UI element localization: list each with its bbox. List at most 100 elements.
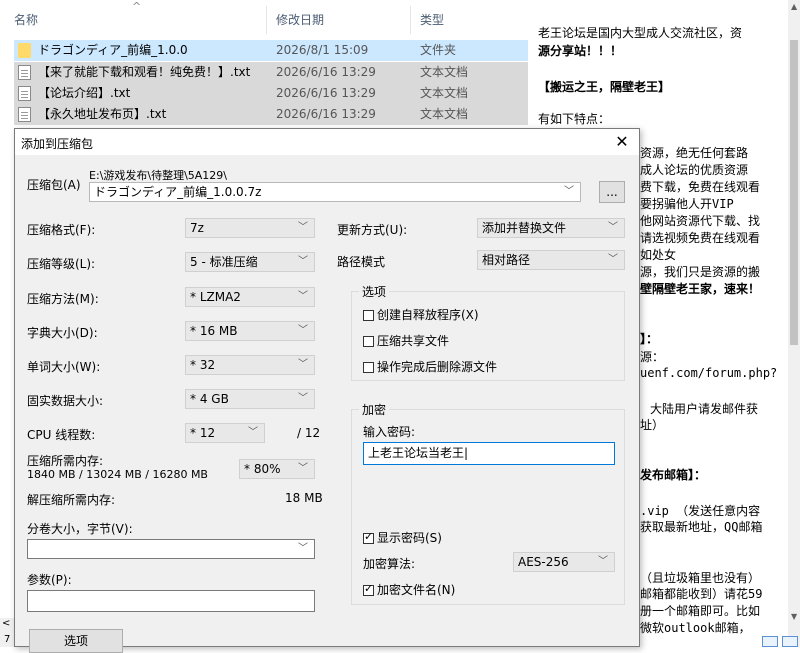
preview-line: 源： (640, 350, 665, 364)
details-view-icon[interactable] (762, 636, 778, 647)
dictionary-select[interactable]: * 16 MB ﹀ (185, 321, 315, 341)
checkbox-box[interactable] (363, 336, 374, 347)
create-sfx-label: 创建自释放程序(X) (377, 308, 479, 322)
chevron-down-icon: ﹀ (298, 359, 308, 370)
text-file-icon (18, 86, 31, 101)
dialog-titlebar[interactable]: 添加到压缩包 ✕ (15, 129, 639, 155)
text-cursor: | (464, 446, 469, 460)
checkbox-box[interactable] (363, 582, 374, 596)
scroll-down-icon[interactable]: ▼ (791, 612, 797, 621)
update-mode-select[interactable]: 添加并替换文件 ﹀ (477, 218, 625, 238)
file-row[interactable]: 【来了就能下载和观看！纯免费！】.txt 2026/6/16 13:29 文本文… (14, 62, 528, 83)
column-header-type[interactable]: 类型 (420, 0, 444, 40)
chevron-down-icon: ﹀ (598, 556, 608, 567)
browse-button[interactable]: ... (599, 181, 625, 203)
preview-line: 】： (640, 332, 659, 346)
cpu-threads-total: / 12 (297, 426, 321, 440)
compress-shared-checkbox[interactable]: 压缩共享文件 (363, 332, 449, 349)
password-label: 输入密码: (363, 425, 416, 439)
preview-line: 有如下特点： (538, 112, 611, 126)
chevron-down-icon[interactable]: ﹀ (564, 183, 574, 201)
preview-line: 册一个邮箱即可。比如 (640, 604, 761, 618)
decompress-memory-label: 解压缩所需内存: (27, 493, 116, 507)
preview-view-icon[interactable] (782, 636, 798, 647)
path-mode-select[interactable]: 相对路径 ﹀ (477, 250, 625, 270)
compress-shared-label: 压缩共享文件 (377, 334, 450, 348)
close-icon[interactable]: ✕ (607, 129, 637, 155)
text-file-icon (18, 65, 31, 80)
file-date: 2026/6/16 13:29 (276, 65, 376, 79)
file-date: 2026/8/1 15:09 (276, 43, 369, 57)
parameters-input[interactable] (27, 590, 315, 612)
chevron-down-icon: ﹀ (608, 222, 618, 233)
preview-line: 微软outlook邮箱， (640, 621, 751, 635)
split-size-label: 分卷大小，字节(V): (27, 522, 133, 536)
column-divider[interactable] (410, 6, 411, 34)
scrollbar-thumb[interactable] (790, 40, 798, 345)
chevron-down-icon: ﹀ (298, 256, 308, 267)
checkbox-box[interactable] (363, 310, 374, 321)
preview-line: 源分享站！！！ (538, 44, 623, 58)
file-type: 文本文档 (420, 107, 469, 121)
word-size-value: * 32 (190, 358, 216, 372)
file-name: 【永久地址发布页】.txt (38, 107, 167, 121)
preview-line: 发布邮箱】： (640, 468, 707, 482)
folder-icon (18, 43, 31, 58)
solid-block-select[interactable]: * 4 GB ﹀ (185, 389, 315, 409)
method-select[interactable]: * LZMA2 ﹀ (185, 287, 315, 307)
options-button[interactable]: 选项 (29, 629, 123, 653)
column-header-name[interactable]: 名称 (14, 0, 38, 40)
preview-line: uenf.com/forum.php? (640, 366, 778, 380)
file-row[interactable]: ドラゴンディア_前编_1.0.0 2026/8/1 15:09 文件夹 (14, 40, 528, 61)
preview-line: 成人论坛的优质资源 (640, 163, 749, 177)
file-date: 2026/6/16 13:29 (276, 107, 376, 121)
encrypt-filenames-label: 加密文件名(N) (377, 583, 456, 597)
file-type: 文本文档 (420, 65, 469, 79)
checkbox-box[interactable] (363, 362, 374, 373)
create-sfx-checkbox[interactable]: 创建自释放程序(X) (363, 306, 479, 323)
encryption-group-title: 加密 (359, 401, 390, 418)
file-row[interactable]: 【论坛介绍】.txt 2026/6/16 13:29 文本文档 (14, 83, 528, 104)
add-to-archive-dialog: 添加到压缩包 ✕ 压缩包(A) E:\游戏发布\待整理\5A129\ ドラゴンデ… (14, 128, 640, 653)
preview-line: 【搬运之王，隔壁老王】 (538, 80, 671, 94)
dialog-title: 添加到压缩包 (21, 137, 94, 151)
file-date: 2026/6/16 13:29 (276, 86, 376, 100)
update-mode-value: 添加并替换文件 (482, 221, 567, 235)
parameters-label: 参数(P): (27, 573, 72, 587)
checkbox-box[interactable] (363, 530, 374, 544)
column-header-modified[interactable]: 修改日期 (276, 0, 324, 40)
chevron-down-icon[interactable]: ﹀ (298, 540, 308, 558)
chevron-down-icon: ﹀ (298, 291, 308, 302)
level-select[interactable]: 5 - 标准压缩 ﹀ (185, 252, 315, 272)
cpu-threads-select[interactable]: * 12 ﹀ (185, 423, 265, 443)
preview-line: 大陆用户请发邮件获 (650, 402, 759, 416)
cpu-threads-label: CPU 线程数: (27, 428, 96, 442)
horizontal-scrollbar[interactable]: < 7 (0, 618, 14, 647)
archive-label: 压缩包(A) (27, 178, 81, 192)
encryption-method-value: AES-256 (518, 555, 569, 569)
file-row[interactable]: 【永久地址发布页】.txt 2026/6/16 13:29 文本文档 (14, 104, 528, 125)
encrypt-filenames-checkbox[interactable]: 加密文件名(N) (363, 581, 455, 598)
file-type: 文本文档 (420, 86, 469, 100)
memory-usage-select[interactable]: * 80% ﹀ (239, 459, 315, 479)
scroll-up-icon[interactable]: ▲ (791, 2, 797, 11)
file-name: 【来了就能下载和观看！纯免费！】.txt (38, 65, 251, 79)
delete-after-label: 操作完成后删除源文件 (377, 360, 498, 374)
preview-line: 源，我们只是资源的搬 (640, 265, 761, 279)
scroll-left-icon[interactable]: < (2, 618, 10, 629)
method-label: 压缩方法(M): (27, 292, 99, 306)
update-mode-label: 更新方式(U): (337, 223, 408, 237)
delete-after-checkbox[interactable]: 操作完成后删除源文件 (363, 358, 497, 375)
show-password-checkbox[interactable]: 显示密码(S) (363, 529, 442, 546)
format-select[interactable]: 7z ﹀ (185, 218, 315, 238)
file-type: 文件夹 (420, 43, 457, 57)
password-input[interactable]: 上老王论坛当老王| (363, 442, 615, 465)
archive-name-combo[interactable]: ドラゴンディア_前编_1.0.0.7z ﹀ (89, 182, 581, 202)
chevron-down-icon: ﹀ (298, 393, 308, 404)
path-mode-label: 路径模式 (337, 255, 386, 269)
sort-up-icon: ^ (132, 0, 142, 13)
word-size-select[interactable]: * 32 ﹀ (185, 355, 315, 375)
column-divider[interactable] (266, 6, 267, 34)
split-size-combo[interactable]: ﹀ (27, 539, 315, 559)
encryption-method-select[interactable]: AES-256 ﹀ (513, 552, 615, 572)
